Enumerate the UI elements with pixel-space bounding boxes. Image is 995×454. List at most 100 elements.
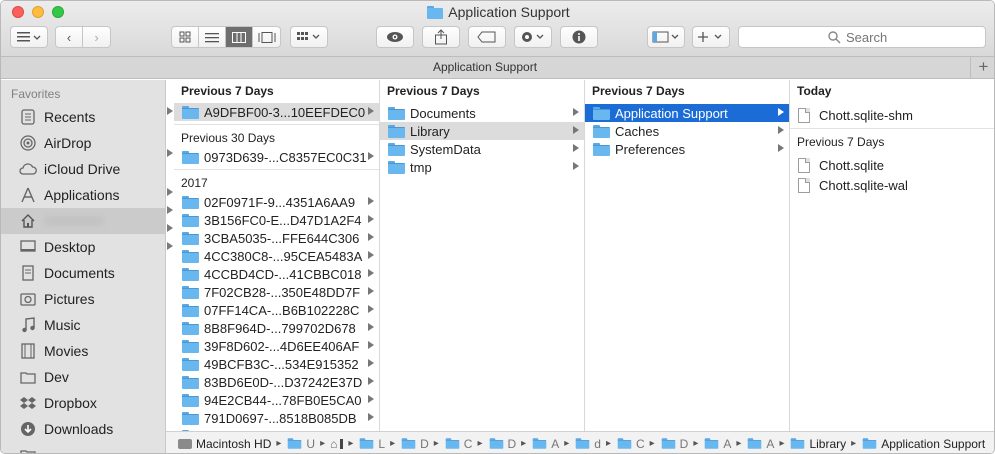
path-item[interactable]: U [286, 437, 315, 451]
disclosure-arrow-icon [573, 108, 579, 116]
path-item[interactable]: ⌂ [330, 437, 344, 451]
pictures-icon [19, 290, 37, 308]
list-item[interactable]: A9DFBF00-3...10EEFDEC0 [174, 103, 379, 121]
sidebar-item-desktop[interactable]: Desktop [1, 234, 165, 260]
list-item[interactable]: 4CCBD4CD-...41CBBC018 [174, 265, 379, 283]
sidebar-item-documents[interactable]: Documents [1, 260, 165, 286]
list-item[interactable]: Chott.sqlite-shm [790, 105, 994, 125]
list-item[interactable]: 3CBA5035-...FFE644C306 [174, 229, 379, 247]
tab-application-support[interactable]: Application Support [1, 57, 969, 78]
list-item[interactable]: Library [380, 122, 584, 140]
back-button[interactable]: ‹ [56, 27, 83, 47]
plus-icon [698, 32, 722, 42]
list-item[interactable]: 7F02CB28-...350E48DD7F [174, 283, 379, 301]
quick-look-button[interactable] [376, 26, 414, 48]
sidebar-item-movies[interactable]: Movies [1, 338, 165, 364]
path-item[interactable]: D [660, 437, 688, 451]
window-view-button[interactable] [647, 26, 685, 48]
disclosure-arrow-icon [368, 152, 374, 160]
recents-icon [19, 108, 37, 126]
path-item-library[interactable]: Library [789, 437, 846, 451]
list-item[interactable]: SystemData [380, 140, 584, 158]
path-item[interactable]: D [488, 437, 516, 451]
folder-icon [862, 438, 877, 449]
list-item[interactable]: 0973D639-...C8357EC0C31 [174, 148, 379, 166]
disclosure-arrow-icon [368, 251, 374, 259]
gallery-icon [258, 31, 275, 43]
folder-icon [182, 249, 199, 263]
list-item[interactable]: 3B156FC0-E...D47D1A2F4 [174, 211, 379, 229]
columns-icon [232, 31, 246, 43]
sidebar-item-dev[interactable]: Dev [1, 364, 165, 390]
sidebar-item-icloud-drive[interactable]: iCloud Drive [1, 156, 165, 182]
search-field[interactable] [738, 26, 986, 48]
sidebar-item-partial[interactable] [1, 442, 165, 453]
list-item[interactable]: 8B8F964D-...799702D678 [174, 319, 379, 337]
list-item[interactable]: Application Support [585, 104, 789, 122]
list-item[interactable]: 07FF14CA-...B6B102228C [174, 301, 379, 319]
path-item[interactable]: C [444, 437, 472, 451]
path-item-current[interactable]: Application Support [861, 437, 985, 451]
disclosure-arrow-icon [778, 126, 784, 134]
list-item[interactable]: 4CC380C8-...95CEA5483A [174, 247, 379, 265]
sidebar-item-recents[interactable]: Recents [1, 104, 165, 130]
folder-list: Application Support Caches Preferences [585, 104, 789, 158]
new-tab-button[interactable]: + [970, 57, 994, 78]
group-by-button[interactable] [290, 26, 328, 48]
chevron-right-icon: ▸ [564, 438, 570, 449]
list-view-button[interactable] [199, 27, 226, 47]
list-item[interactable]: tmp [380, 158, 584, 176]
forward-button[interactable]: › [83, 27, 110, 47]
sidebar-item-airdrop[interactable]: AirDrop [1, 130, 165, 156]
list-item[interactable]: Chott.sqlite [790, 155, 994, 175]
folder-icon [388, 124, 405, 138]
disclosure-arrow-icon [368, 215, 374, 223]
list-item[interactable]: 49BCFB3C-...534E915352 [174, 355, 379, 373]
column-view-button[interactable] [226, 27, 253, 47]
tags-button[interactable] [468, 26, 506, 48]
list-item[interactable]: 02F0971F-9...4351A6AA9 [174, 193, 379, 211]
gear-icon [522, 32, 544, 42]
list-item[interactable]: 83BD6E0D-...D37242E37D [174, 373, 379, 391]
path-item[interactable]: D [400, 437, 429, 451]
sidebar-item-pictures[interactable]: Pictures [1, 286, 165, 312]
sidebar-menu-button[interactable] [10, 26, 48, 48]
share-button[interactable] [422, 26, 460, 48]
folder-icon [182, 105, 199, 119]
path-item[interactable]: A [703, 437, 731, 451]
icon-view-button[interactable] [172, 27, 199, 47]
path-item-disk[interactable]: Macintosh HD [178, 437, 271, 451]
sidebar-item-dropbox[interactable]: Dropbox [1, 390, 165, 416]
list-item[interactable]: 94E2CB44-...78FB0E5CA0 [174, 391, 379, 409]
path-item[interactable]: A [746, 437, 774, 451]
path-item[interactable]: A [531, 437, 559, 451]
sidebar-item-downloads[interactable]: Downloads [1, 416, 165, 442]
list-item[interactable]: Chott.sqlite-wal [790, 175, 994, 195]
group-grid-icon [297, 32, 320, 40]
finder-window: Application Support ‹ › Search Applicati… [0, 0, 995, 454]
folder-icon [489, 438, 503, 449]
new-item-button[interactable] [692, 26, 730, 48]
list-item[interactable]: Documents [380, 104, 584, 122]
chevron-right-icon: ▸ [477, 438, 483, 449]
folder-icon [360, 438, 374, 449]
list-item[interactable]: 39F8D602-...4D6EE406AF [174, 337, 379, 355]
path-item[interactable]: C [616, 437, 645, 451]
folder-icon [575, 438, 590, 449]
gallery-view-button[interactable] [253, 27, 280, 47]
disclosure-arrow-icon [778, 108, 784, 116]
sidebar-item-home[interactable] [1, 208, 165, 234]
sidebar-item-label: Applications [44, 187, 120, 203]
search-input[interactable] [846, 29, 896, 45]
sidebar-item-music[interactable]: Music [1, 312, 165, 338]
get-info-button[interactable] [560, 26, 598, 48]
path-item[interactable]: d [574, 437, 601, 451]
path-item[interactable]: L [358, 437, 385, 451]
sidebar-item-applications[interactable]: Applications [1, 182, 165, 208]
action-button[interactable] [514, 26, 552, 48]
list-item[interactable]: 791D0697-...8518B085DB [174, 409, 379, 427]
list-item[interactable]: Caches [585, 122, 789, 140]
folder-icon [388, 160, 405, 174]
list-item[interactable]: Preferences [585, 140, 789, 158]
disclosure-arrow-icon [368, 359, 374, 367]
